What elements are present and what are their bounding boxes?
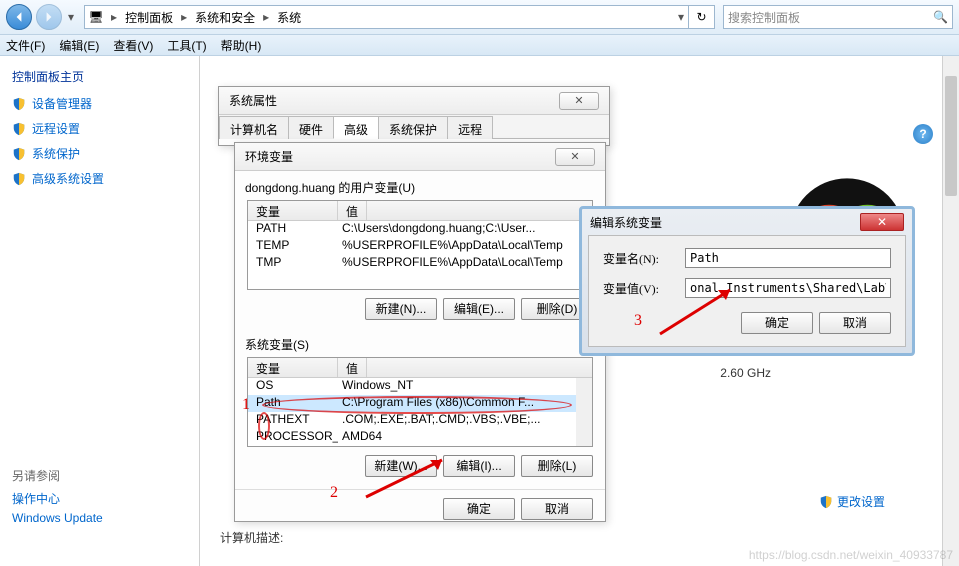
sys-new-button[interactable]: 新建(W)... — [365, 455, 437, 477]
forward-button[interactable] — [36, 4, 62, 30]
back-button[interactable] — [6, 4, 32, 30]
breadcrumb-seg-2[interactable]: 系统 — [273, 6, 305, 28]
menu-tools[interactable]: 工具(T) — [167, 37, 206, 54]
user-vars-label: dongdong.huang 的用户变量(U) — [245, 179, 595, 196]
shield-icon — [819, 495, 833, 509]
env-title: 环境变量 — [245, 148, 293, 165]
system-properties-dialog: 系统属性 ✕ 计算机名 硬件 高级 系统保护 远程 — [218, 86, 610, 146]
menu-view[interactable]: 查看(V) — [113, 37, 153, 54]
ok-button[interactable]: 确定 — [741, 312, 813, 334]
shield-icon — [12, 97, 26, 111]
breadcrumb-seg-1[interactable]: 系统和安全 — [191, 6, 259, 28]
computer-description-label: 计算机描述: — [220, 529, 283, 546]
edit-sysvar-dialog: 编辑系统变量 ✕ 变量名(N): 变量值(V): 确定 取消 — [579, 206, 915, 356]
table-row: PATHEXT.COM;.EXE;.BAT;.CMD;.VBS;.VBE;... — [248, 412, 592, 429]
breadcrumb-dropdown-icon[interactable]: ▾ — [674, 10, 688, 24]
tab-remote[interactable]: 远程 — [447, 116, 493, 139]
sys-delete-button[interactable]: 删除(L) — [521, 455, 593, 477]
search-input[interactable]: 搜索控制面板 🔍 — [723, 5, 953, 29]
shield-icon — [12, 147, 26, 161]
nav-history-dropdown[interactable]: ▾ — [66, 10, 76, 24]
edit-title: 编辑系统变量 — [590, 214, 662, 231]
sidebar: 控制面板主页 设备管理器 远程设置 系统保护 高级系统设置 另请参阅 操作中心 … — [0, 56, 200, 566]
cpu-ghz: 2.60 GHz — [720, 366, 771, 380]
col-var[interactable]: 变量 — [248, 201, 338, 220]
list-scrollbar[interactable] — [576, 378, 592, 446]
table-row: PATHC:\Users\dongdong.huang;C:\User... — [248, 221, 592, 238]
main-scrollbar[interactable] — [942, 56, 959, 566]
menubar: 文件(F) 编辑(E) 查看(V) 工具(T) 帮助(H) — [0, 34, 959, 56]
breadcrumb[interactable]: 🖥 ▸ 控制面板▸ 系统和安全▸ 系统 ▾ ↻ — [84, 5, 715, 29]
breadcrumb-seg-0[interactable]: 控制面板 — [121, 6, 177, 28]
sidebar-item-remote[interactable]: 远程设置 — [12, 120, 187, 137]
help-icon[interactable]: ? — [913, 124, 933, 144]
ok-button[interactable]: 确定 — [443, 498, 515, 520]
sidebar-item-advanced[interactable]: 高级系统设置 — [12, 170, 187, 187]
close-button[interactable]: ✕ — [559, 92, 599, 110]
user-edit-button[interactable]: 编辑(E)... — [443, 298, 515, 320]
var-name-input[interactable] — [685, 248, 891, 268]
close-button[interactable]: ✕ — [860, 213, 904, 231]
var-value-input[interactable] — [685, 278, 891, 298]
sidebar-title: 控制面板主页 — [12, 68, 187, 85]
change-settings-link[interactable]: 更改设置 — [819, 493, 885, 510]
sidebar-footer-label: 另请参阅 — [12, 467, 187, 484]
tab-protection[interactable]: 系统保护 — [378, 116, 448, 139]
var-name-label: 变量名(N): — [603, 250, 685, 267]
tab-computer-name[interactable]: 计算机名 — [219, 116, 289, 139]
col-val[interactable]: 值 — [338, 358, 367, 377]
shield-icon — [12, 122, 26, 136]
cancel-button[interactable]: 取消 — [521, 498, 593, 520]
tab-hardware[interactable]: 硬件 — [288, 116, 334, 139]
menu-edit[interactable]: 编辑(E) — [59, 37, 99, 54]
col-val[interactable]: 值 — [338, 201, 367, 220]
menu-file[interactable]: 文件(F) — [6, 37, 45, 54]
cancel-button[interactable]: 取消 — [819, 312, 891, 334]
env-vars-dialog: 环境变量 ✕ dongdong.huang 的用户变量(U) 变量 值 PATH… — [234, 142, 606, 522]
menu-help[interactable]: 帮助(H) — [221, 37, 262, 54]
table-row: PathC:\Program Files (x86)\Common F... — [248, 395, 592, 412]
watermark: https://blog.csdn.net/weixin_40933787 — [749, 548, 953, 562]
table-row: TEMP%USERPROFILE%\AppData\Local\Temp — [248, 238, 592, 255]
user-new-button[interactable]: 新建(N)... — [365, 298, 437, 320]
search-placeholder: 搜索控制面板 — [728, 9, 800, 26]
sys-edit-button[interactable]: 编辑(I)... — [443, 455, 515, 477]
table-row: PROCESSOR_AR...AMD64 — [248, 429, 592, 446]
sidebar-item-device-manager[interactable]: 设备管理器 — [12, 95, 187, 112]
col-var[interactable]: 变量 — [248, 358, 338, 377]
sys-vars-label: 系统变量(S) — [245, 336, 595, 353]
sidebar-item-protection[interactable]: 系统保护 — [12, 145, 187, 162]
sysprops-title: 系统属性 — [229, 92, 277, 109]
sidebar-footer-windows-update[interactable]: Windows Update — [12, 511, 187, 525]
shield-icon — [12, 172, 26, 186]
refresh-button[interactable]: ↻ — [688, 6, 714, 28]
sys-vars-list[interactable]: 变量 值 OSWindows_NT PathC:\Program Files (… — [247, 357, 593, 447]
tab-advanced[interactable]: 高级 — [333, 116, 379, 139]
search-icon: 🔍 — [933, 10, 948, 24]
sysprops-tabs: 计算机名 硬件 高级 系统保护 远程 — [219, 115, 609, 139]
close-button[interactable]: ✕ — [555, 148, 595, 166]
table-row: OSWindows_NT — [248, 378, 592, 395]
control-panel-icon: 🖥 — [85, 6, 107, 28]
var-value-label: 变量值(V): — [603, 280, 685, 297]
sidebar-footer-action-center[interactable]: 操作中心 — [12, 490, 187, 507]
user-vars-list[interactable]: 变量 值 PATHC:\Users\dongdong.huang;C:\User… — [247, 200, 593, 290]
table-row: TMP%USERPROFILE%\AppData\Local\Temp — [248, 255, 592, 272]
